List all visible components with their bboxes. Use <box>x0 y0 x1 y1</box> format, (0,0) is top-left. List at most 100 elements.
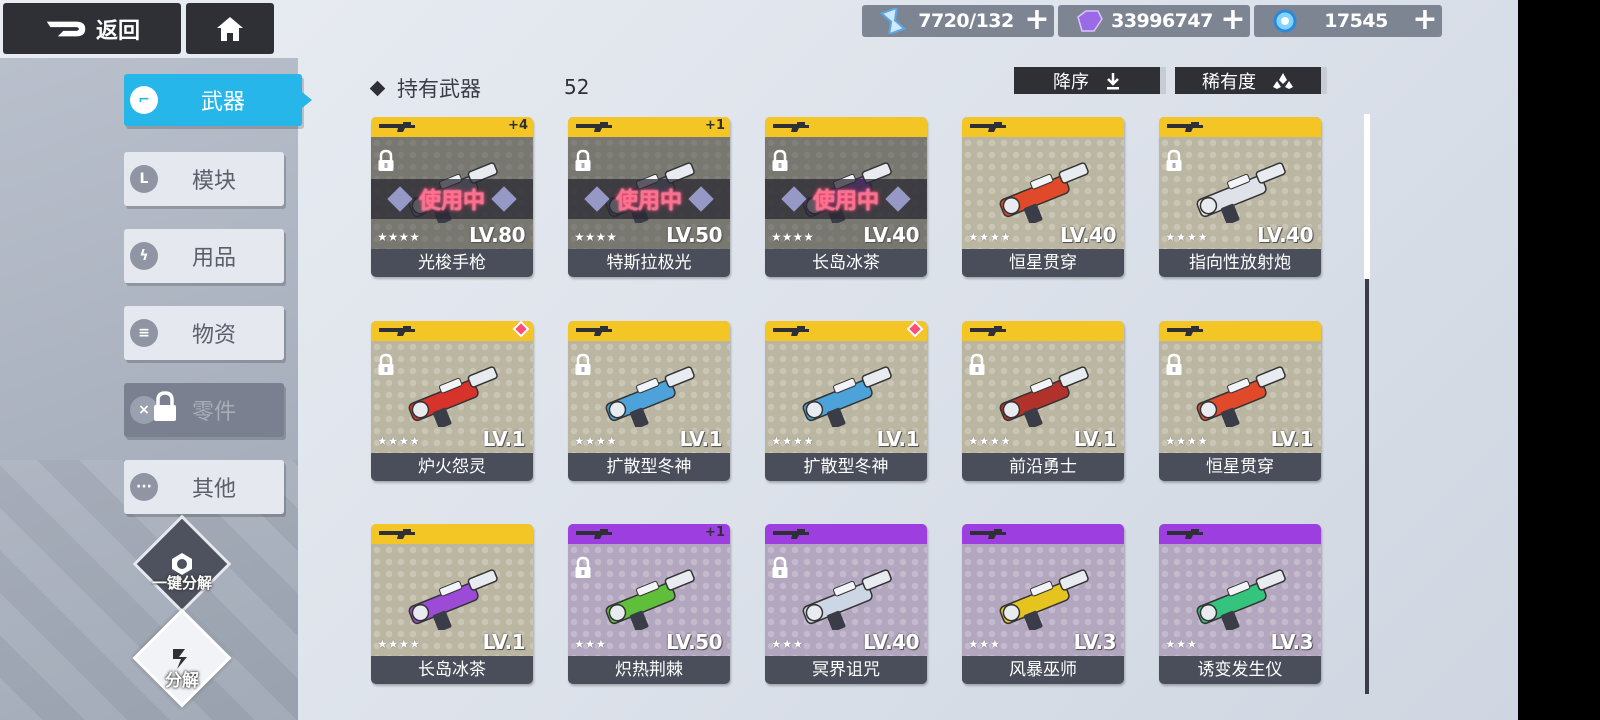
sort-order-button[interactable]: 降序 <box>1014 67 1166 94</box>
tab-label: 物资 <box>191 323 236 348</box>
tab-weapons[interactable]: ⌐ 武器 <box>124 74 312 126</box>
weapon-card[interactable]: ★★★ LV.40 冥界诅咒 <box>765 524 927 684</box>
add-crystal-button[interactable]: + <box>1218 5 1248 36</box>
weapon-type-icon <box>1165 119 1205 138</box>
tab-parts[interactable]: × 零件 <box>124 383 284 437</box>
scrollbar-thumb[interactable] <box>1364 114 1370 279</box>
weapon-level: LV.1 <box>1073 427 1117 451</box>
weapon-level: LV.40 <box>863 630 919 654</box>
rarity-gems-icon <box>1273 72 1293 89</box>
lock-icon <box>377 353 395 381</box>
resource-stamina: 7720/132 + <box>862 5 1054 37</box>
weapon-card[interactable]: ★★★★ LV.1 前沿勇士 <box>962 321 1124 481</box>
star-rating: ★★★★ <box>574 434 618 448</box>
lock-icon <box>1165 149 1183 177</box>
resource-crystal: 33996747 + <box>1058 5 1250 37</box>
enhance-level: +4 <box>508 118 528 133</box>
lock-icon <box>574 353 592 381</box>
hourglass-icon <box>876 7 910 35</box>
weapon-image <box>1187 564 1297 634</box>
weapon-image <box>793 564 903 634</box>
star-rating: ★★★★ <box>968 434 1012 448</box>
weapon-card[interactable]: +1 使用中 ★★★★ LV.50 特斯拉极光 <box>568 117 730 277</box>
rarity-filter-button[interactable]: 稀有度 <box>1175 67 1327 94</box>
weapon-level: LV.40 <box>863 223 919 247</box>
add-stamina-button[interactable]: + <box>1022 5 1052 36</box>
tab-label: 用品 <box>191 246 236 271</box>
enhance-level: +1 <box>705 525 725 540</box>
weapon-image <box>990 361 1100 431</box>
star-rating: ★★★ <box>574 637 607 651</box>
weapon-name: 炉火怨灵 <box>371 453 533 481</box>
weapon-card[interactable]: ★★★★ LV.1 长岛冰茶 <box>371 524 533 684</box>
weapon-card[interactable]: ★★★★ LV.1 恒星贯穿 <box>1159 321 1321 481</box>
quick-dismantle-frame <box>132 514 232 614</box>
lock-icon <box>1165 353 1183 381</box>
weapon-image <box>1187 157 1297 227</box>
star-rating: ★★★★ <box>377 230 421 244</box>
lock-icon <box>574 556 592 584</box>
weapon-image <box>793 361 903 431</box>
weapon-level: LV.1 <box>876 427 920 451</box>
in-use-label: 使用中 <box>812 189 879 214</box>
weapon-card[interactable]: +4 使用中 ★★★★ LV.80 光梭手枪 <box>371 117 533 277</box>
in-use-banner: 使用中 <box>568 179 730 219</box>
tab-items[interactable]: ϟ 用品 <box>124 229 284 283</box>
weapon-name: 恒星贯穿 <box>1159 453 1321 481</box>
star-rating: ★★★★ <box>377 434 421 448</box>
in-use-label: 使用中 <box>615 189 682 214</box>
star-rating: ★★★★ <box>574 230 618 244</box>
weapon-card[interactable]: ★★★★ LV.40 指向性放射炮 <box>1159 117 1321 277</box>
weapon-level: LV.3 <box>1073 630 1117 654</box>
weapon-image <box>399 361 509 431</box>
back-label: 返回 <box>95 18 140 44</box>
in-use-banner: 使用中 <box>371 179 533 219</box>
filter-label: 稀有度 <box>1202 71 1256 93</box>
weapon-card[interactable]: ★★★★ LV.1 扩散型冬神 <box>765 321 927 481</box>
star-rating: ★★★★ <box>771 230 815 244</box>
weapon-name: 冥界诅咒 <box>765 656 927 684</box>
resource-value: 17545 <box>1324 10 1388 32</box>
in-use-banner: 使用中 <box>765 179 927 219</box>
back-button[interactable]: 返回 <box>3 3 181 54</box>
inventory-screen: 返回 7720/132 + 33996747 + 17545 + ⌐ 武器 L … <box>0 0 1600 720</box>
banner-diamond-icon <box>885 186 911 212</box>
dismantle-button[interactable]: 分解 <box>132 608 232 708</box>
weapon-card[interactable]: ★★★★ LV.1 炉火怨灵 <box>371 321 533 481</box>
lock-icon <box>377 149 395 177</box>
weapon-name: 诱变发生仪 <box>1159 656 1321 684</box>
star-rating: ★★★ <box>771 637 804 651</box>
banner-diamond-icon <box>584 186 610 212</box>
weapon-name: 特斯拉极光 <box>568 249 730 277</box>
weapon-card[interactable]: ★★★ LV.3 诱变发生仪 <box>1159 524 1321 684</box>
quick-dismantle-button[interactable]: 一键分解 <box>132 514 232 614</box>
weapon-image <box>1187 361 1297 431</box>
weapon-level: LV.40 <box>1060 223 1116 247</box>
weapon-card[interactable]: +1 ★★★ LV.50 炽热荆棘 <box>568 524 730 684</box>
tab-supplies[interactable]: ≡ 物资 <box>124 306 284 360</box>
in-use-label: 使用中 <box>418 189 485 214</box>
weapon-level: LV.1 <box>482 630 526 654</box>
sort-down-icon <box>1107 72 1119 89</box>
weapon-card[interactable]: ★★★★ LV.1 扩散型冬神 <box>568 321 730 481</box>
tab-other[interactable]: ··· 其他 <box>124 460 284 514</box>
weapon-level: LV.1 <box>1270 427 1314 451</box>
weapon-level: LV.40 <box>1257 223 1313 247</box>
weapon-type-icon <box>968 119 1008 138</box>
resource-orb: 17545 + <box>1254 5 1442 37</box>
heading-text: 持有武器 <box>397 77 481 101</box>
tab-label: 其他 <box>191 477 236 502</box>
weapon-type-icon <box>968 526 1008 545</box>
lock-icon <box>771 149 789 177</box>
weapon-image <box>596 564 706 634</box>
weapon-type-icon <box>574 323 614 342</box>
weapon-type-icon <box>574 526 614 545</box>
tab-modules[interactable]: L 模块 <box>124 152 284 206</box>
weapon-name: 光梭手枪 <box>371 249 533 277</box>
add-orb-button[interactable]: + <box>1410 5 1440 36</box>
weapon-card[interactable]: ★★★ LV.3 风暴巫师 <box>962 524 1124 684</box>
star-rating: ★★★ <box>1165 637 1198 651</box>
home-button[interactable] <box>186 3 274 54</box>
weapon-card[interactable]: ★★★★ LV.40 恒星贯穿 <box>962 117 1124 277</box>
weapon-card[interactable]: 使用中 ★★★★ LV.40 长岛冰茶 <box>765 117 927 277</box>
